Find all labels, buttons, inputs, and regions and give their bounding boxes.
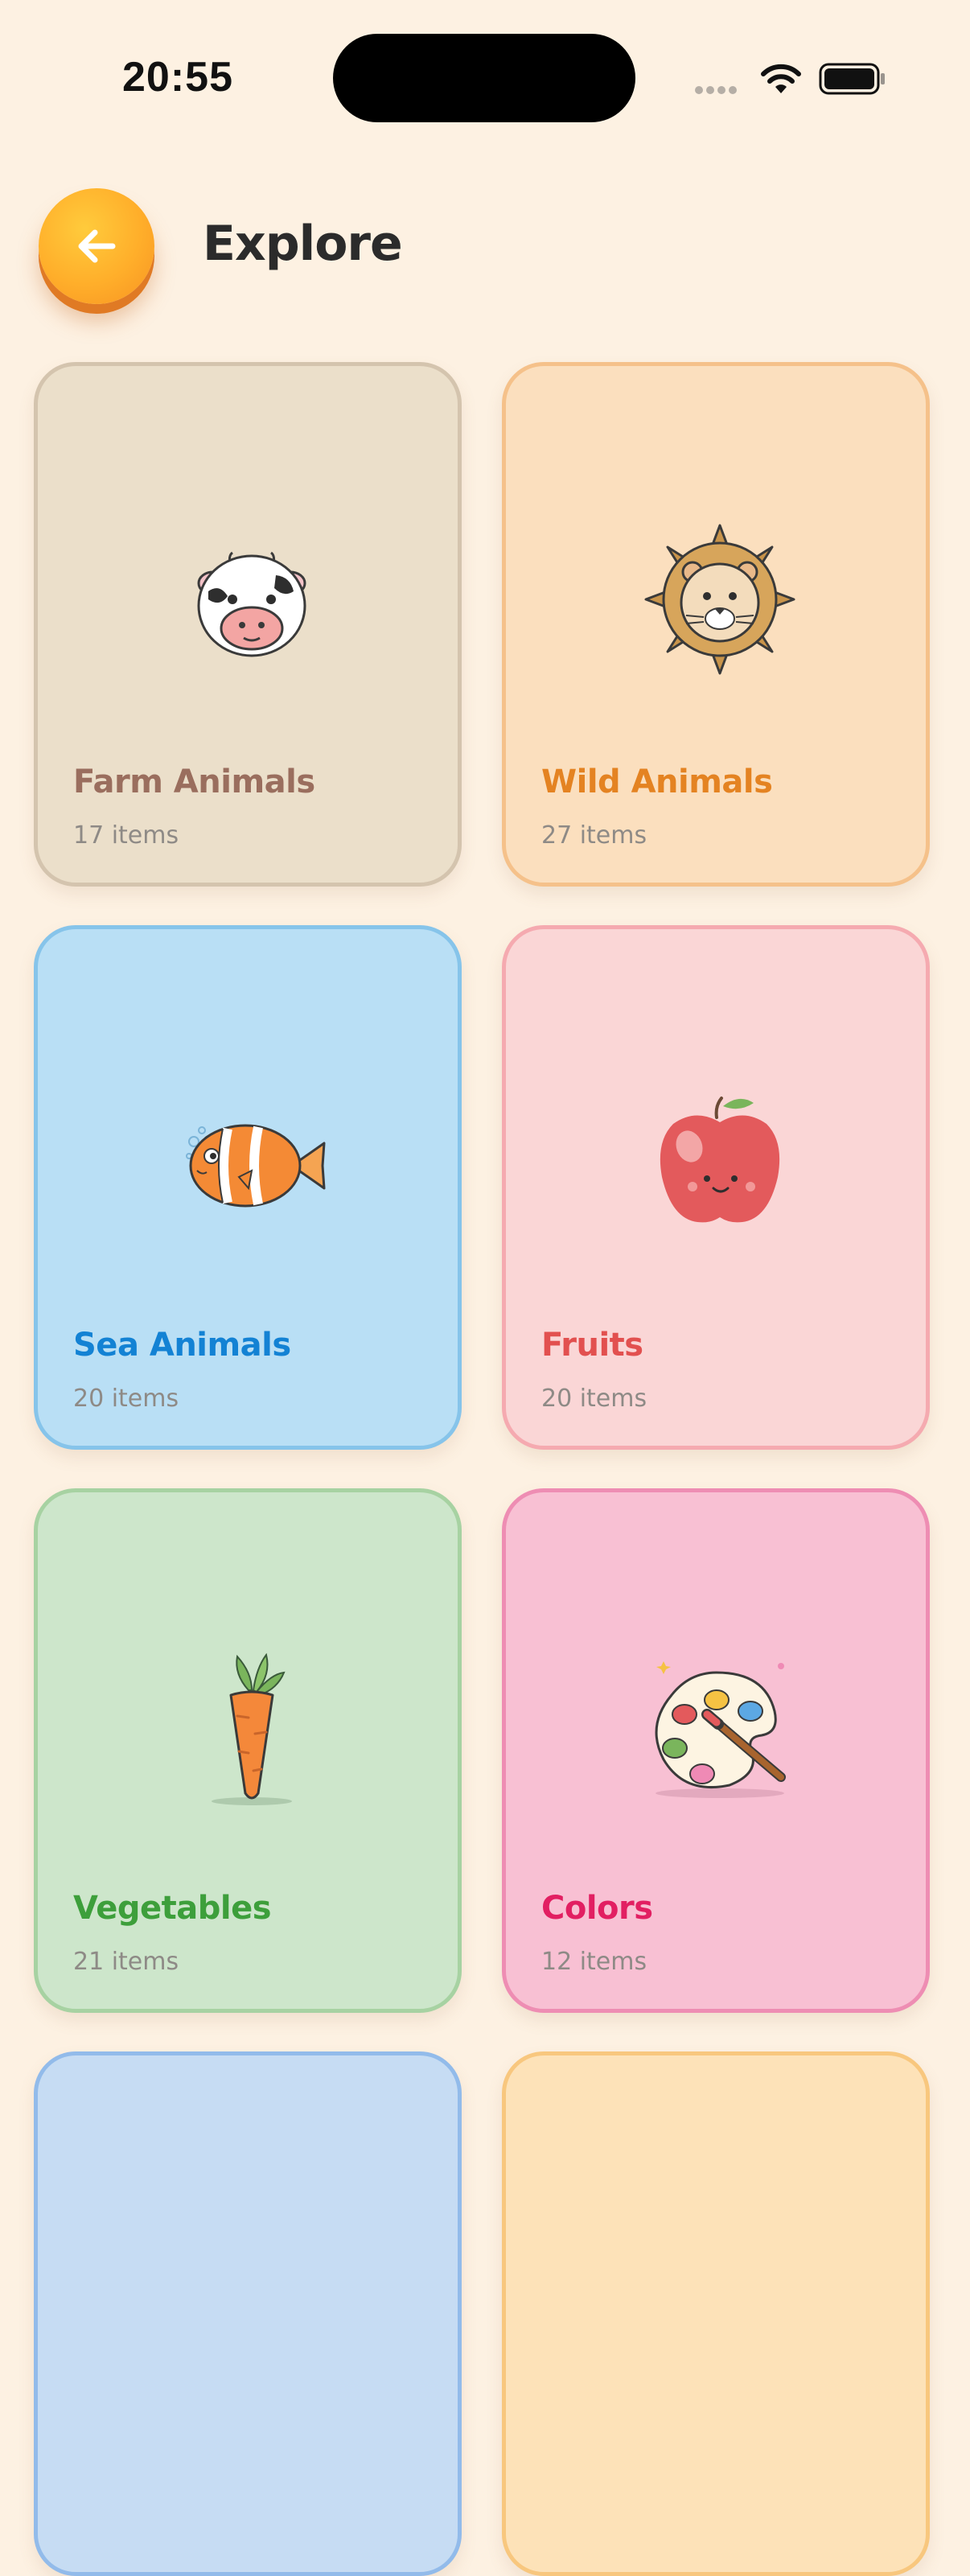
- fish-icon: [186, 1124, 326, 1208]
- category-label: Colors: [541, 1890, 653, 1927]
- palette-icon: [655, 1661, 786, 1798]
- category-card-sea-animals[interactable]: Sea Animals 20 items: [34, 925, 462, 1450]
- category-label: Fruits: [541, 1327, 643, 1364]
- category-count: 20 items: [541, 1385, 647, 1413]
- category-card-vegetables[interactable]: Vegetables 21 items: [34, 1488, 462, 2013]
- category-count: 21 items: [73, 1948, 179, 1976]
- category-count: 12 items: [541, 1948, 647, 1976]
- category-label: Sea Animals: [73, 1327, 291, 1364]
- category-card-partial-right[interactable]: [502, 2051, 930, 2576]
- carrot-icon: [212, 1652, 292, 1805]
- category-card-farm-animals[interactable]: Farm Animals 17 items: [34, 362, 462, 887]
- category-grid: Farm Animals 17 items Wild Animals 27 it…: [0, 0, 970, 2576]
- category-label: Farm Animals: [73, 763, 315, 800]
- category-count: 27 items: [541, 821, 647, 850]
- category-count: 20 items: [73, 1385, 179, 1413]
- category-count: 17 items: [73, 821, 179, 850]
- cow-icon: [197, 551, 306, 657]
- category-card-partial-left[interactable]: [34, 2051, 462, 2576]
- lion-icon: [644, 524, 795, 675]
- category-card-wild-animals[interactable]: Wild Animals 27 items: [502, 362, 930, 887]
- category-card-colors[interactable]: Colors 12 items: [502, 1488, 930, 2013]
- category-label: Vegetables: [73, 1890, 272, 1927]
- category-label: Wild Animals: [541, 763, 773, 800]
- category-card-fruits[interactable]: Fruits 20 items: [502, 925, 930, 1450]
- apple-icon: [660, 1097, 780, 1223]
